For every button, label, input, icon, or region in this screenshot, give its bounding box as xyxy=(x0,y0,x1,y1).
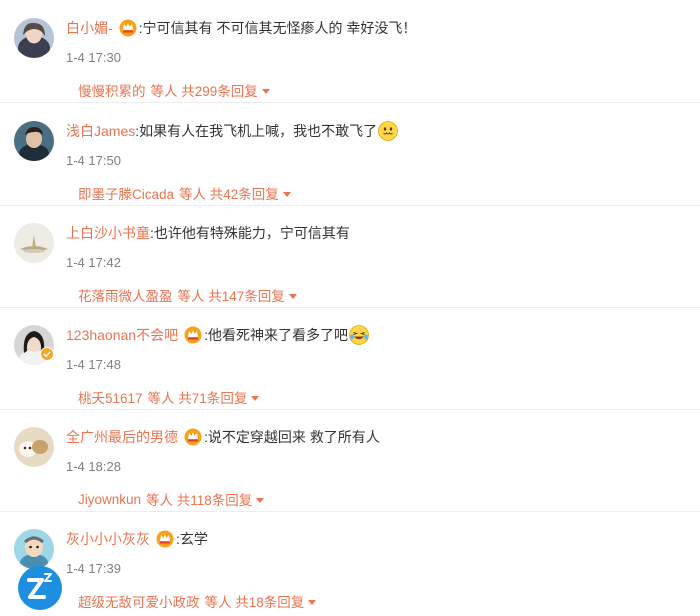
comment-item: 全广州最后的男德 :说不定穿越回来 救了所有人 1-4 18:28 Jiyown… xyxy=(0,409,700,512)
comment-item: 123haonan不会吧 :他看死神来了看多了吧 1-4 17:48 桃夭516… xyxy=(0,307,700,410)
comment-time: 1-4 17:42 xyxy=(66,255,121,270)
vip-crown-badge-icon xyxy=(184,326,202,344)
comment-content: 白小媚- :宁可信其有 不可信其无怪瘆人的 幸好没飞！ xyxy=(66,17,690,39)
replies-toggle[interactable]: 超级无敌可爱小政政 等人 共18条回复 xyxy=(78,591,317,611)
reply-username[interactable]: 花落雨微人盈盈 xyxy=(78,285,173,305)
replies-toggle[interactable]: 即墨子滕Cicada 等人 共42条回复 xyxy=(78,183,291,203)
comment-content: 灰小小小灰灰 :玄学 xyxy=(66,528,690,550)
caret-down-icon xyxy=(256,497,265,503)
caret-down-icon xyxy=(308,599,317,605)
avatar[interactable] xyxy=(14,223,54,263)
comment-item: 灰小小小灰灰 :玄学 1-4 17:39 超级无敌可爱小政政 等人 共18条回复 xyxy=(0,511,700,613)
replies-toggle[interactable]: 慢慢积累的 等人 共299条回复 xyxy=(78,80,270,100)
vip-crown-badge-icon xyxy=(156,530,174,548)
verified-badge-icon xyxy=(40,347,54,361)
comment-content: 上白沙小书童 :也许他有特殊能力，宁可信其有 xyxy=(66,222,690,244)
comment-time: 1-4 18:28 xyxy=(66,459,121,474)
comment-time: 1-4 17:50 xyxy=(66,153,121,168)
comment-time: 1-4 17:30 xyxy=(66,50,121,65)
vip-crown-badge-icon xyxy=(184,428,202,446)
comment-username[interactable]: 灰小小小灰灰 xyxy=(66,528,150,550)
comment-username[interactable]: 浅白James xyxy=(66,120,135,142)
nervous-smile-emoji-icon xyxy=(378,121,399,141)
replies-toggle[interactable]: 桃夭51617 等人 共71条回复 xyxy=(78,387,260,407)
reply-count-text[interactable]: 等人 共118条回复 xyxy=(146,489,252,509)
comment-text: :如果有人在我飞机上喊，我也不敢飞了 xyxy=(135,123,378,139)
comment-username[interactable]: 全广州最后的男德 xyxy=(66,426,178,448)
comment-time: 1-4 17:39 xyxy=(66,561,121,576)
comment-username[interactable]: 上白沙小书童 xyxy=(66,222,150,244)
vip-crown-badge-icon xyxy=(119,19,137,37)
reply-count-text[interactable]: 等人 共18条回复 xyxy=(205,591,305,611)
comment-username[interactable]: 白小媚- xyxy=(66,17,113,39)
comment-item: 浅白James :如果有人在我飞机上喊，我也不敢飞了 1-4 17:50 即墨子… xyxy=(0,103,700,206)
avatar[interactable] xyxy=(14,529,54,569)
caret-down-icon xyxy=(288,293,297,299)
comment-item: 白小媚- :宁可信其有 不可信其无怪瘆人的 幸好没飞！ 1-4 17:30 慢慢… xyxy=(0,0,700,103)
comment-text: :也许他有特殊能力，宁可信其有 xyxy=(150,225,350,241)
reply-count-text[interactable]: 等人 共147条回复 xyxy=(178,285,285,305)
avatar[interactable] xyxy=(14,18,54,58)
reply-username[interactable]: 超级无敌可爱小政政 xyxy=(78,591,200,611)
comment-content: 全广州最后的男德 :说不定穿越回来 救了所有人 xyxy=(66,426,690,448)
caret-down-icon xyxy=(282,191,291,197)
comment-time: 1-4 17:48 xyxy=(66,357,121,372)
reply-username[interactable]: 即墨子滕Cicada xyxy=(78,183,174,203)
avatar[interactable] xyxy=(14,427,54,467)
laugh-tears-emoji-icon xyxy=(349,325,369,345)
comment-text: :他看死神来了看多了吧 xyxy=(204,327,348,343)
reply-username[interactable]: 慢慢积累的 xyxy=(78,80,146,100)
comment-content: 123haonan不会吧 :他看死神来了看多了吧 xyxy=(66,324,690,346)
comment-text: :玄学 xyxy=(176,531,208,547)
comment-text: :宁可信其有 不可信其无怪瘆人的 幸好没飞！ xyxy=(138,20,417,36)
replies-toggle[interactable]: Jiyownkun 等人 共118条回复 xyxy=(78,489,265,509)
comment-text: :说不定穿越回来 救了所有人 xyxy=(204,429,380,445)
reply-count-text[interactable]: 等人 共71条回复 xyxy=(148,387,248,407)
reply-username[interactable]: Jiyownkun xyxy=(78,492,141,507)
replies-toggle[interactable]: 花落雨微人盈盈 等人 共147条回复 xyxy=(78,285,297,305)
avatar[interactable] xyxy=(14,121,54,161)
comment-content: 浅白James :如果有人在我飞机上喊，我也不敢飞了 xyxy=(66,120,690,142)
reply-username[interactable]: 桃夭51617 xyxy=(78,387,143,407)
sleep-zz-icon[interactable] xyxy=(17,565,63,611)
comment-list: 白小媚- :宁可信其有 不可信其无怪瘆人的 幸好没飞！ 1-4 17:30 慢慢… xyxy=(0,0,700,610)
caret-down-icon xyxy=(261,88,270,94)
comment-username[interactable]: 123haonan不会吧 xyxy=(66,324,178,346)
comment-item: 上白沙小书童 :也许他有特殊能力，宁可信其有 1-4 17:42 花落雨微人盈盈… xyxy=(0,205,700,308)
reply-count-text[interactable]: 等人 共299条回复 xyxy=(151,80,258,100)
caret-down-icon xyxy=(251,395,260,401)
reply-count-text[interactable]: 等人 共42条回复 xyxy=(179,183,279,203)
